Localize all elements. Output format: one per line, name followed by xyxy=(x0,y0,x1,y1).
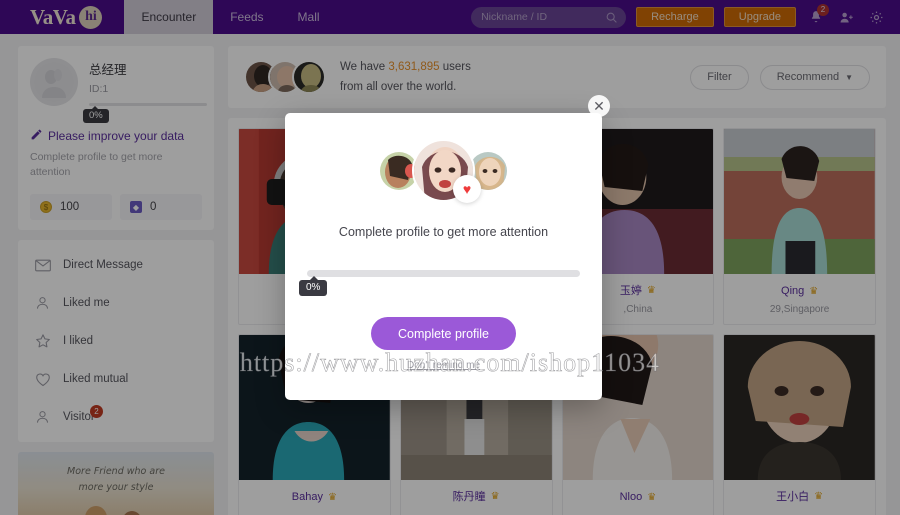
dont-remind-link[interactable]: Don't remind me xyxy=(285,360,602,371)
heart-icon: ♥ xyxy=(453,175,481,203)
modal-progress-label: 0% xyxy=(299,276,328,296)
complete-profile-button[interactable]: Complete profile xyxy=(371,317,516,350)
modal-progress: 0% xyxy=(299,270,580,296)
app-root: VaVa hi Encounter Feeds Mall Recharge Up… xyxy=(0,0,900,515)
modal-faces: ♥ xyxy=(285,113,602,203)
modal-title: Complete profile to get more attention xyxy=(338,225,549,239)
complete-profile-modal: ✕ ♥ Complete profile to get more attenti… xyxy=(285,95,610,400)
modal-progress-track xyxy=(307,270,580,277)
